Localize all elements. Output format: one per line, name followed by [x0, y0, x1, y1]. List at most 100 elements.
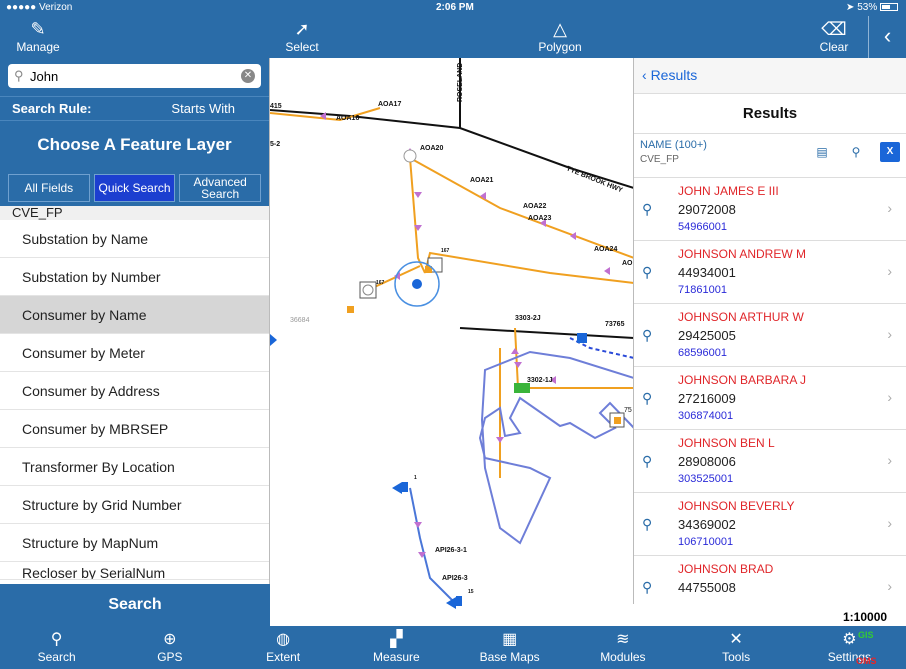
map-canvas[interactable]: AOA17 AOA16 AOA20 AOA21 AOA22 AOA23 AOA2… [270, 58, 634, 626]
layer-item[interactable]: Consumer by Address [0, 372, 269, 410]
select-button[interactable]: ➚ Select [280, 18, 324, 54]
polygon-button[interactable]: △ Polygon [528, 18, 592, 54]
zoom-to-icon[interactable]: ⚲ [642, 516, 652, 533]
chevron-right-icon: › [887, 515, 892, 531]
map-label: 167 [376, 280, 385, 286]
zoom-to-icon[interactable]: ⚲ [642, 390, 652, 407]
tab-gps[interactable]: ⊕ GPS [113, 626, 226, 669]
layers-icon: ≋ [616, 631, 630, 648]
polygon-label: Polygon [538, 40, 582, 54]
zoom-to-icon[interactable]: ⚲ [642, 579, 652, 596]
results-back-button[interactable]: ‹ Results [634, 58, 906, 94]
results-actions: ▤ ⚲ X [812, 142, 900, 162]
battery-percent: 53% [857, 2, 878, 13]
segment-all-fields[interactable]: All Fields [8, 174, 90, 202]
crosshair-icon: ⊕ [163, 631, 177, 648]
manage-button[interactable]: ✎ Manage [10, 18, 66, 54]
tab-settings[interactable]: ⚙ Settings [793, 626, 906, 669]
layer-item[interactable]: Consumer by MBRSEP [0, 410, 269, 448]
result-row[interactable]: ⚲ JOHNSON BEN L 28908006 303525001 › [634, 430, 906, 493]
map-label: 3302-1J [527, 377, 553, 384]
substation-marker[interactable] [577, 333, 587, 343]
results-title: Results [634, 94, 906, 134]
tab-measure[interactable]: ▞ Measure [340, 626, 453, 669]
meter-marker[interactable] [347, 306, 354, 313]
segment-advanced-search[interactable]: Advanced Search [179, 174, 262, 202]
results-panel: ‹ Results Results NAME (100+) CVE_FP ▤ ⚲… [633, 58, 906, 604]
regulator-marker[interactable] [392, 482, 408, 494]
manage-label: Manage [16, 40, 60, 54]
layer-item[interactable]: Substation by Name [0, 220, 269, 258]
tab-extent[interactable]: ◍ Extent [227, 626, 340, 669]
layer-item[interactable]: Consumer by Meter [0, 334, 269, 372]
clear-button[interactable]: ⌫ Clear [812, 18, 856, 54]
layer-item[interactable]: Recloser by SerialNum [0, 562, 269, 580]
map-label: ROSELAND [457, 63, 464, 102]
search-input[interactable] [30, 66, 230, 86]
gear-icon: ⚙ [842, 631, 857, 648]
clipboard-icon[interactable]: ▤ [812, 142, 832, 162]
tab-modules[interactable]: ≋ Modules [566, 626, 679, 669]
result-meter: 44755008 [678, 580, 736, 595]
zoom-to-icon[interactable]: ⚲ [642, 453, 652, 470]
layer-item-selected[interactable]: Consumer by Name [0, 296, 269, 334]
tab-label: Base Maps [479, 650, 540, 664]
clear-label: Clear [819, 40, 849, 54]
switch-device[interactable] [403, 149, 417, 163]
meter-marker[interactable] [614, 417, 621, 424]
clear-search-icon[interactable]: ✕ [241, 69, 255, 83]
layer-item[interactable]: Structure by Grid Number [0, 486, 269, 524]
segment-quick-search[interactable]: Quick Search [93, 174, 176, 202]
map-label: 5-2 [270, 141, 280, 148]
tab-label: Modules [600, 650, 646, 664]
search-bar: ⚲ ✕ [0, 58, 269, 96]
bottom-tab-bar: ⚲ Search ⊕ GPS ◍ Extent ▞ Measure ▦ Base Maps… [0, 626, 906, 669]
feeder-line [409, 157, 426, 274]
result-row[interactable]: ⚲ JOHNSON BARBARA J 27216009 306874001 › [634, 367, 906, 430]
map-label: TYE BROOK HWY [565, 165, 623, 194]
collapse-chevron-button[interactable]: ‹ [868, 16, 906, 58]
zoom-to-icon[interactable]: ⚲ [642, 327, 652, 344]
result-meter: 34369002 [678, 517, 736, 532]
search-rule-value: Starts With [171, 101, 235, 116]
ruler-icon: ▞ [390, 631, 403, 648]
search-rule-row[interactable]: Search Rule: Starts With [0, 96, 269, 120]
regulator-marker[interactable] [446, 596, 462, 609]
tab-label: Tools [722, 650, 751, 664]
result-row[interactable]: ⚲ JOHN JAMES E III 29072008 54966001 › [634, 178, 906, 241]
result-row[interactable]: ⚲ JOHNSON ANDREW M 44934001 71861001 › [634, 241, 906, 304]
layer-item[interactable]: Transformer By Location [0, 448, 269, 486]
map-label: 36684 [290, 317, 310, 324]
zoom-to-icon[interactable]: ⚲ [642, 201, 652, 218]
tab-base-maps[interactable]: ▦ Base Maps [453, 626, 566, 669]
map-view[interactable]: AOA17 AOA16 AOA20 AOA21 AOA22 AOA23 AOA2… [270, 58, 634, 626]
zoom-all-icon[interactable]: ⚲ [846, 142, 866, 162]
map-label: AOA20 [420, 145, 443, 152]
map-label: 3303-2J [515, 315, 541, 322]
search-icon: ⚲ [50, 631, 63, 648]
map-label: AOA16 [336, 115, 359, 122]
tab-label: Search [37, 650, 76, 664]
map-label: 73765 [605, 321, 625, 328]
map-label: API26-3-1 [435, 547, 467, 554]
map-labels: AOA17 AOA16 AOA20 AOA21 AOA22 AOA23 AOA2… [270, 63, 633, 595]
layer-item[interactable]: Substation by Number [0, 258, 269, 296]
result-row[interactable]: ⚲ JOHNSON BRAD 44755008 › [634, 556, 906, 604]
result-name: JOHNSON BARBARA J [678, 373, 807, 387]
chevron-right-icon: › [887, 326, 892, 342]
excel-export-icon[interactable]: X [880, 142, 900, 162]
tab-tools[interactable]: ✕ Tools [680, 626, 793, 669]
search-field-container: ⚲ ✕ [8, 64, 261, 88]
chevron-left-icon: ‹ [883, 23, 892, 48]
zoom-to-icon[interactable]: ⚲ [642, 264, 652, 281]
result-row[interactable]: ⚲ JOHNSON ARTHUR W 29425005 68596001 › [634, 304, 906, 367]
result-name: JOHNSON ARTHUR W [678, 310, 804, 324]
layer-item[interactable]: Structure by MapNum [0, 524, 269, 562]
result-meter: 44934001 [678, 265, 736, 280]
feeder-line [424, 251, 634, 284]
tab-search[interactable]: ⚲ Search [0, 626, 113, 669]
result-row[interactable]: ⚲ JOHNSON BEVERLY 34369002 106710001 › [634, 493, 906, 556]
chevron-right-icon: › [887, 578, 892, 594]
search-button[interactable]: Search [0, 584, 270, 626]
recloser-marker[interactable] [514, 383, 530, 393]
